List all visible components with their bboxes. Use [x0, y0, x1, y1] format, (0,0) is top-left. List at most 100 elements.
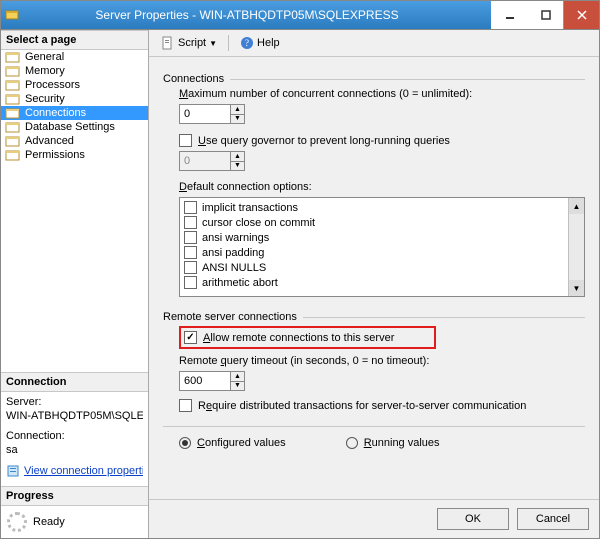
svg-text:?: ?	[245, 38, 249, 48]
option-label: implicit transactions	[202, 202, 298, 214]
allow-remote-label: Allow remote connections to this server	[203, 332, 394, 344]
option-checkbox[interactable]	[184, 216, 197, 229]
cancel-button[interactable]: Cancel	[517, 508, 589, 530]
window-controls	[491, 1, 599, 29]
connections-section-header: Connections	[163, 67, 585, 80]
default-options-listbox[interactable]: implicit transactions cursor close on com…	[179, 197, 585, 297]
page-database-settings[interactable]: Database Settings	[1, 120, 148, 134]
max-connections-label: Maximum number of concurrent connections…	[179, 88, 585, 100]
connection-value: sa	[6, 444, 143, 456]
right-pane: Script ▼ ? Help Connections Maximum numb…	[149, 30, 599, 538]
page-label: Permissions	[25, 149, 85, 161]
use-governor-checkbox[interactable]	[179, 134, 192, 147]
server-value: WIN-ATBHQDTP05M\SQLEXPR	[6, 410, 143, 422]
option-label: arithmetic abort	[202, 277, 278, 289]
progress-spinner-icon	[7, 512, 27, 532]
configured-values-radio[interactable]	[179, 437, 191, 449]
page-label: General	[25, 51, 64, 63]
page-security[interactable]: Security	[1, 92, 148, 106]
close-button[interactable]	[563, 1, 599, 29]
button-bar: OK Cancel	[149, 499, 599, 538]
remote-timeout-spinner[interactable]: ▲▼	[179, 371, 245, 391]
spinner-buttons[interactable]: ▲▼	[230, 372, 244, 390]
progress-row: Ready	[1, 506, 148, 538]
allow-remote-checkbox[interactable]	[184, 331, 197, 344]
page-icon	[5, 79, 21, 91]
option-checkbox[interactable]	[184, 261, 197, 274]
max-connections-spinner[interactable]: ▲▼	[179, 104, 245, 124]
toolbar-separator	[228, 35, 229, 51]
governor-cost-spinner: ▲▼	[179, 151, 245, 171]
require-distributed-checkbox[interactable]	[179, 399, 192, 412]
remote-timeout-input[interactable]	[180, 372, 230, 390]
governor-cost-input	[180, 152, 230, 170]
help-icon: ?	[240, 36, 254, 50]
remote-timeout-label: Remote query timeout (in seconds, 0 = no…	[179, 355, 585, 367]
page-icon	[5, 65, 21, 77]
script-icon	[161, 36, 175, 50]
window-title: Server Properties - WIN-ATBHQDTP05M\SQLE…	[23, 8, 491, 22]
left-pane: Select a page General Memory Processors Sec…	[1, 30, 149, 538]
page-connections[interactable]: Connections	[1, 106, 148, 120]
option-label: cursor close on commit	[202, 217, 315, 229]
option-checkbox[interactable]	[184, 231, 197, 244]
option-checkbox[interactable]	[184, 201, 197, 214]
server-label: Server:	[6, 396, 143, 408]
scroll-down-button[interactable]: ▼	[569, 280, 584, 296]
connection-info: Server: WIN-ATBHQDTP05M\SQLEXPR Connecti…	[1, 392, 148, 486]
remote-section-header: Remote server connections	[163, 305, 585, 318]
option-row[interactable]: arithmetic abort	[184, 275, 564, 290]
connection-label: Connection:	[6, 430, 143, 442]
page-icon	[5, 107, 21, 119]
configured-values-label: Configured values	[197, 437, 286, 449]
page-label: Memory	[25, 65, 65, 77]
page-icon	[5, 51, 21, 63]
help-button[interactable]: ? Help	[236, 34, 284, 52]
title-bar: Server Properties - WIN-ATBHQDTP05M\SQLE…	[1, 1, 599, 29]
running-values-radio[interactable]	[346, 437, 358, 449]
spinner-buttons[interactable]: ▲▼	[230, 105, 244, 123]
window-icon	[1, 8, 23, 22]
option-checkbox[interactable]	[184, 246, 197, 259]
running-values-label: Running values	[364, 437, 440, 449]
progress-header: Progress	[1, 486, 148, 506]
view-connection-properties-link[interactable]: View connection properties	[24, 465, 143, 477]
maximize-button[interactable]	[527, 1, 563, 29]
require-distributed-label: Require distributed transactions for ser…	[198, 400, 526, 412]
max-connections-input[interactable]	[180, 105, 230, 123]
main-area: Connections Maximum number of concurrent…	[149, 57, 599, 499]
spinner-buttons: ▲▼	[230, 152, 244, 170]
option-row[interactable]: implicit transactions	[184, 200, 564, 215]
page-processors[interactable]: Processors	[1, 78, 148, 92]
page-advanced[interactable]: Advanced	[1, 134, 148, 148]
script-button[interactable]: Script ▼	[157, 34, 221, 52]
minimize-button[interactable]	[491, 1, 527, 29]
script-label: Script	[178, 37, 206, 49]
page-label: Processors	[25, 79, 80, 91]
select-page-header: Select a page	[1, 30, 148, 50]
page-permissions[interactable]: Permissions	[1, 148, 148, 162]
page-list: General Memory Processors Security Connectio…	[1, 50, 148, 200]
option-row[interactable]: ANSI NULLS	[184, 260, 564, 275]
option-checkbox[interactable]	[184, 276, 197, 289]
option-row[interactable]: cursor close on commit	[184, 215, 564, 230]
progress-status: Ready	[33, 516, 65, 528]
page-icon	[5, 135, 21, 147]
page-icon	[5, 149, 21, 161]
page-general[interactable]: General	[1, 50, 148, 64]
chevron-down-icon: ▼	[209, 39, 217, 48]
help-label: Help	[257, 37, 280, 49]
connection-header: Connection	[1, 372, 148, 392]
option-row[interactable]: ansi warnings	[184, 230, 564, 245]
scroll-up-button[interactable]: ▲	[569, 198, 584, 214]
page-label: Connections	[25, 107, 86, 119]
ok-button[interactable]: OK	[437, 508, 509, 530]
option-row[interactable]: ansi padding	[184, 245, 564, 260]
page-label: Security	[25, 93, 65, 105]
page-icon	[5, 93, 21, 105]
option-label: ANSI NULLS	[202, 262, 266, 274]
toolbar: Script ▼ ? Help	[149, 30, 599, 57]
page-icon	[5, 121, 21, 133]
page-memory[interactable]: Memory	[1, 64, 148, 78]
listbox-scrollbar[interactable]: ▲ ▼	[568, 198, 584, 296]
